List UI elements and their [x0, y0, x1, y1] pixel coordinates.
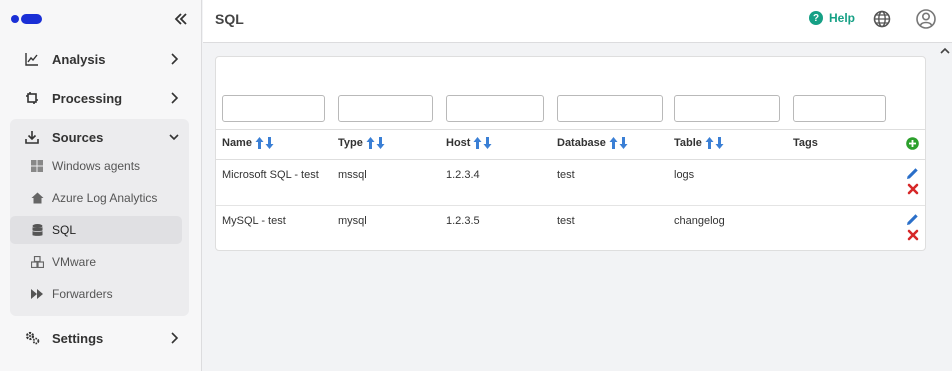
add-source-button[interactable] [906, 137, 919, 150]
filter-table-input[interactable] [674, 95, 780, 122]
column-header-label: Tags [793, 137, 818, 149]
edit-pencil-icon[interactable] [906, 167, 919, 180]
help-icon: ? [809, 11, 823, 25]
cell-table: changelog [674, 215, 725, 227]
sidebar-item-azure-log-analytics[interactable]: Azure Log Analytics [10, 184, 182, 212]
column-header-name: Name [222, 137, 274, 149]
scroll-up-icon[interactable] [939, 45, 951, 57]
chevron-right-icon [171, 92, 179, 104]
cell-database: test [557, 215, 575, 227]
sidebar-item-label: Forwarders [52, 287, 113, 301]
delete-x-icon[interactable] [907, 183, 919, 195]
divider [216, 129, 925, 130]
sidebar-item-sql[interactable]: SQL [10, 216, 182, 244]
collapse-sidebar-icon[interactable] [173, 11, 189, 27]
home-icon [30, 191, 44, 205]
sort-arrows-icon[interactable] [473, 137, 492, 149]
column-header-label: Type [338, 137, 363, 149]
logo [11, 14, 43, 24]
download-icon [24, 129, 40, 145]
sidebar: Analysis Processing Sources Windows agen… [0, 0, 202, 371]
cell-name: Microsoft SQL - test [222, 169, 319, 181]
sort-arrows-icon[interactable] [609, 137, 628, 149]
chart-line-icon [24, 51, 40, 67]
help-label: Help [829, 11, 856, 25]
sidebar-item-label: SQL [52, 223, 77, 237]
top-bar: SQL ? Help [203, 0, 952, 43]
page-title: SQL [215, 11, 244, 27]
gear-cycle-icon [24, 90, 40, 106]
cell-type: mysql [338, 215, 367, 227]
cubes-icon [30, 255, 44, 269]
sidebar-item-vmware[interactable]: VMware [10, 248, 182, 276]
column-header-label: Table [674, 137, 702, 149]
column-header-host: Host [446, 137, 492, 149]
forward-icon [30, 287, 44, 301]
column-header-table: Table [674, 137, 724, 149]
column-header-database: Database [557, 137, 628, 149]
column-header-label: Database [557, 137, 606, 149]
column-header-type: Type [338, 137, 385, 149]
sidebar-header [0, 0, 201, 38]
sidebar-item-sources[interactable]: Sources [10, 119, 189, 155]
sidebar-item-analysis[interactable]: Analysis [10, 41, 189, 77]
filter-name-input[interactable] [222, 95, 325, 122]
column-header-label: Host [446, 137, 471, 149]
chevron-down-icon [169, 134, 179, 141]
filter-tags-input[interactable] [793, 95, 886, 122]
sidebar-item-label: Processing [52, 90, 123, 106]
cell-database: test [557, 169, 575, 181]
chevron-right-icon [171, 332, 179, 344]
cell-host: 1.2.3.4 [446, 169, 480, 181]
sidebar-item-label: Azure Log Analytics [52, 191, 158, 205]
cell-host: 1.2.3.5 [446, 215, 480, 227]
sidebar-item-label: Sources [52, 129, 104, 145]
divider [216, 205, 925, 206]
help-button[interactable]: ? Help [809, 11, 855, 25]
filter-host-input[interactable] [446, 95, 544, 122]
divider [216, 159, 925, 160]
sidebar-item-label: VMware [52, 255, 97, 269]
chevron-right-icon [171, 53, 179, 65]
cell-type: mssql [338, 169, 367, 181]
sidebar-item-windows-agents[interactable]: Windows agents [10, 152, 182, 180]
cell-table: logs [674, 169, 695, 181]
database-icon [30, 223, 44, 237]
globe-icon[interactable] [873, 10, 891, 28]
edit-pencil-icon[interactable] [906, 213, 919, 226]
sort-arrows-icon[interactable] [255, 137, 274, 149]
sql-sources-table: Name Type Host Database Table Tags Micro… [215, 56, 926, 251]
cell-name: MySQL - test [222, 215, 286, 227]
sidebar-item-label: Windows agents [52, 159, 141, 173]
filter-type-input[interactable] [338, 95, 433, 122]
sidebar-item-processing[interactable]: Processing [10, 80, 189, 116]
user-avatar-icon[interactable] [916, 9, 936, 29]
sidebar-item-label: Settings [52, 330, 104, 346]
column-header-tags: Tags [793, 137, 818, 149]
windows-icon [30, 159, 44, 173]
sort-arrows-icon[interactable] [366, 137, 385, 149]
filter-database-input[interactable] [557, 95, 663, 122]
sidebar-item-forwarders[interactable]: Forwarders [10, 280, 182, 308]
delete-x-icon[interactable] [907, 229, 919, 241]
sort-arrows-icon[interactable] [705, 137, 724, 149]
column-header-label: Name [222, 137, 252, 149]
sidebar-item-label: Analysis [52, 51, 106, 67]
gears-icon [24, 330, 40, 346]
sidebar-item-settings[interactable]: Settings [10, 320, 189, 356]
